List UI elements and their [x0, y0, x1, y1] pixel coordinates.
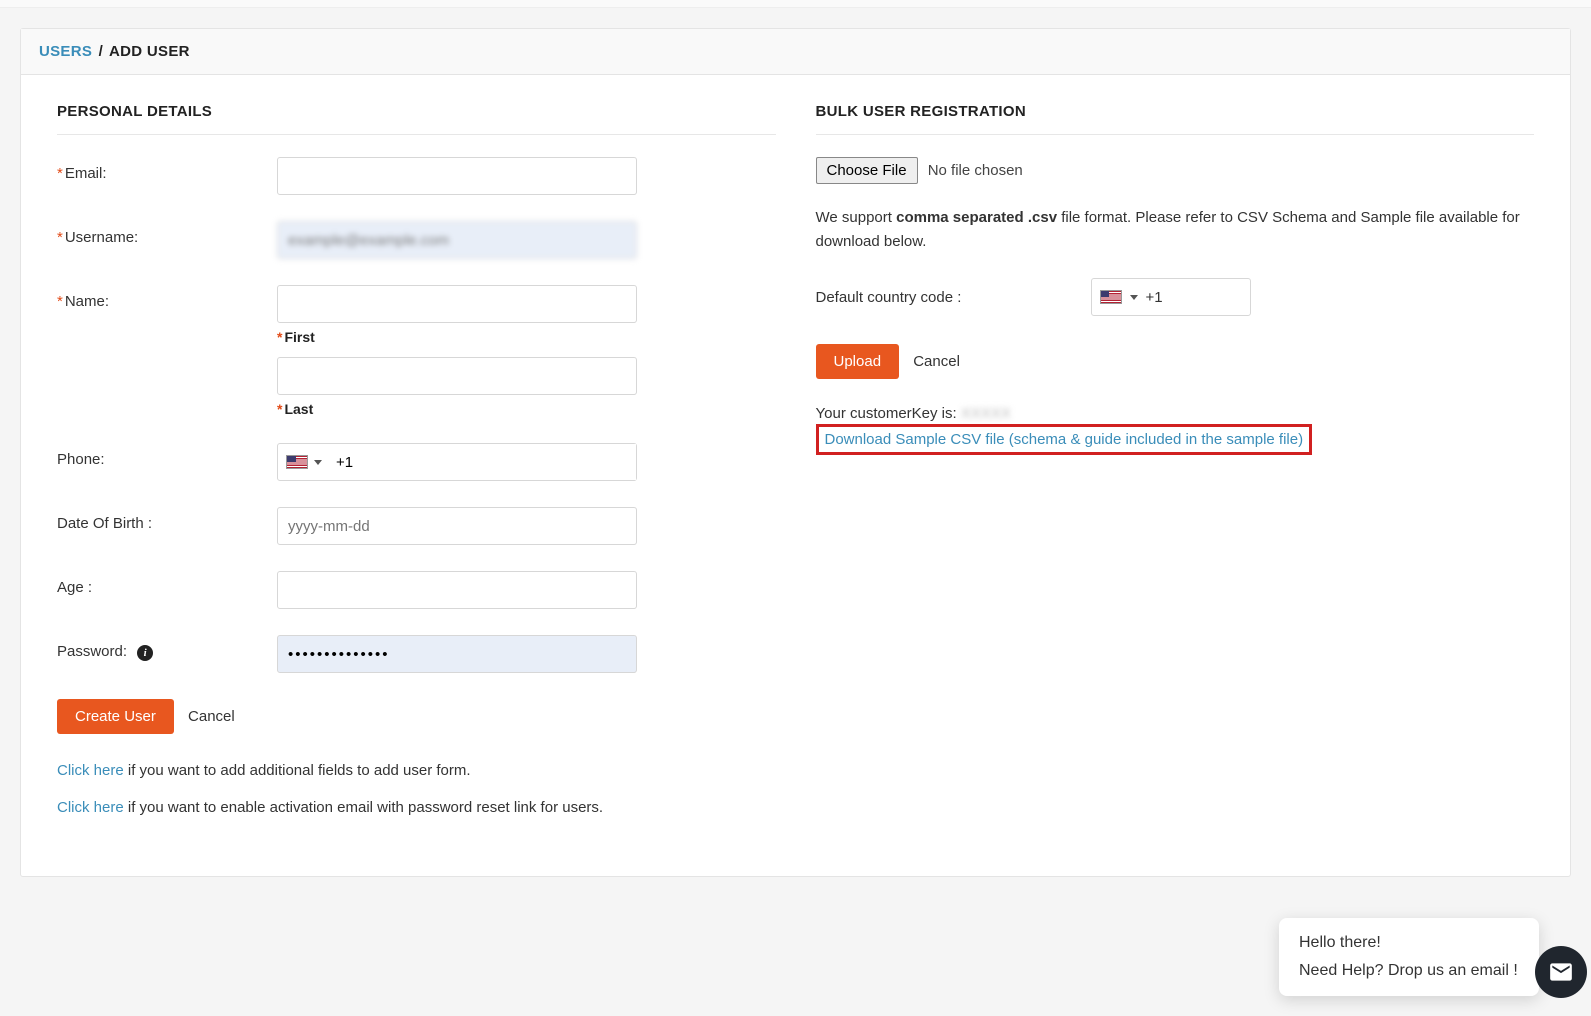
create-user-actions: Create User Cancel [57, 699, 776, 734]
phone-country-select[interactable] [278, 455, 330, 469]
create-user-button[interactable]: Create User [57, 699, 174, 734]
hint2-link[interactable]: Click here [57, 799, 124, 816]
last-sublabel: *Last [277, 401, 637, 417]
chat-fab-button[interactable] [1535, 946, 1587, 998]
choose-file-button[interactable]: Choose File [816, 157, 918, 184]
age-row: Age : [57, 571, 776, 609]
customer-key-value: XXXXX [961, 405, 1011, 422]
country-code-select[interactable]: +1 [1091, 278, 1251, 316]
phone-field-wrap [277, 443, 637, 481]
cancel-create-button[interactable]: Cancel [178, 699, 245, 734]
mail-icon [1548, 959, 1574, 985]
password-row: Password: i [57, 635, 776, 673]
breadcrumb-users-link[interactable]: USERS [39, 43, 92, 60]
phone-field[interactable] [330, 444, 636, 480]
support-bold: comma separated .csv [896, 209, 1057, 226]
csv-support-text: We support comma separated .csv file for… [816, 206, 1535, 254]
email-label: *Email: [57, 157, 277, 182]
cancel-upload-button[interactable]: Cancel [903, 344, 970, 379]
name-label: *Name: [57, 285, 277, 310]
us-flag-icon [286, 455, 308, 469]
us-flag-icon [1100, 290, 1122, 304]
hint-additional-fields: Click here if you want to add additional… [57, 762, 776, 779]
hint-activation-email: Click here if you want to enable activat… [57, 799, 776, 816]
last-sublabel-text: Last [284, 401, 313, 417]
age-field[interactable] [277, 571, 637, 609]
download-sample-highlight: Download Sample CSV file (schema & guide… [816, 424, 1313, 455]
chat-popup[interactable]: Hello there! Need Help? Drop us an email… [1279, 918, 1539, 996]
breadcrumb: USERS / ADD USER [21, 29, 1570, 75]
default-country-code-row: Default country code : +1 [816, 278, 1535, 316]
caret-down-icon [1130, 295, 1138, 300]
age-label: Age : [57, 571, 277, 596]
chat-greeting: Hello there! [1299, 934, 1519, 952]
chat-help-text: Need Help? Drop us an email ! [1299, 962, 1519, 980]
dob-row: Date Of Birth : [57, 507, 776, 545]
bulk-title: BULK USER REGISTRATION [816, 103, 1535, 135]
content-columns: PERSONAL DETAILS *Email: *Username: [21, 75, 1570, 876]
customer-key-label: Your customerKey is: [816, 405, 961, 422]
breadcrumb-separator: / [99, 43, 103, 60]
file-chooser-row: Choose File No file chosen [816, 157, 1535, 184]
password-label: Password: i [57, 635, 277, 661]
country-code-label: Default country code : [816, 289, 1091, 306]
dob-label: Date Of Birth : [57, 507, 277, 532]
password-field[interactable] [277, 635, 637, 673]
main-panel: USERS / ADD USER PERSONAL DETAILS *Email… [20, 28, 1571, 877]
first-name-field[interactable] [277, 285, 637, 323]
file-status-text: No file chosen [928, 162, 1023, 179]
support-pre: We support [816, 209, 897, 226]
hint1-link[interactable]: Click here [57, 762, 124, 779]
phone-row: Phone: [57, 443, 776, 481]
last-name-field[interactable] [277, 357, 637, 395]
phone-label: Phone: [57, 443, 277, 468]
first-sublabel: *First [277, 329, 637, 345]
page: USERS / ADD USER PERSONAL DETAILS *Email… [0, 8, 1591, 897]
dob-field[interactable] [277, 507, 637, 545]
hint1-rest: if you want to add additional fields to … [124, 762, 471, 779]
password-label-text: Password: [57, 643, 127, 660]
country-dial-code: +1 [1146, 289, 1163, 306]
customer-key-line: Your customerKey is: XXXXX [816, 405, 1535, 422]
info-icon[interactable]: i [137, 645, 153, 661]
first-sublabel-text: First [284, 329, 314, 345]
username-field[interactable] [277, 221, 637, 259]
upload-button[interactable]: Upload [816, 344, 900, 379]
username-label: *Username: [57, 221, 277, 246]
personal-details-column: PERSONAL DETAILS *Email: *Username: [57, 103, 776, 836]
username-row: *Username: [57, 221, 776, 259]
bulk-actions: Upload Cancel [816, 344, 1535, 379]
email-label-text: Email: [65, 165, 107, 182]
email-field[interactable] [277, 157, 637, 195]
download-sample-link[interactable]: Download Sample CSV file (schema & guide… [825, 431, 1304, 448]
top-bar [0, 0, 1591, 8]
breadcrumb-current: ADD USER [109, 43, 190, 60]
hint2-rest: if you want to enable activation email w… [124, 799, 603, 816]
name-row: *Name: *First *Last [57, 285, 776, 417]
email-row: *Email: [57, 157, 776, 195]
name-label-text: Name: [65, 293, 109, 310]
username-label-text: Username: [65, 229, 138, 246]
bulk-registration-column: BULK USER REGISTRATION Choose File No fi… [816, 103, 1535, 836]
caret-down-icon [314, 460, 322, 465]
personal-details-title: PERSONAL DETAILS [57, 103, 776, 135]
